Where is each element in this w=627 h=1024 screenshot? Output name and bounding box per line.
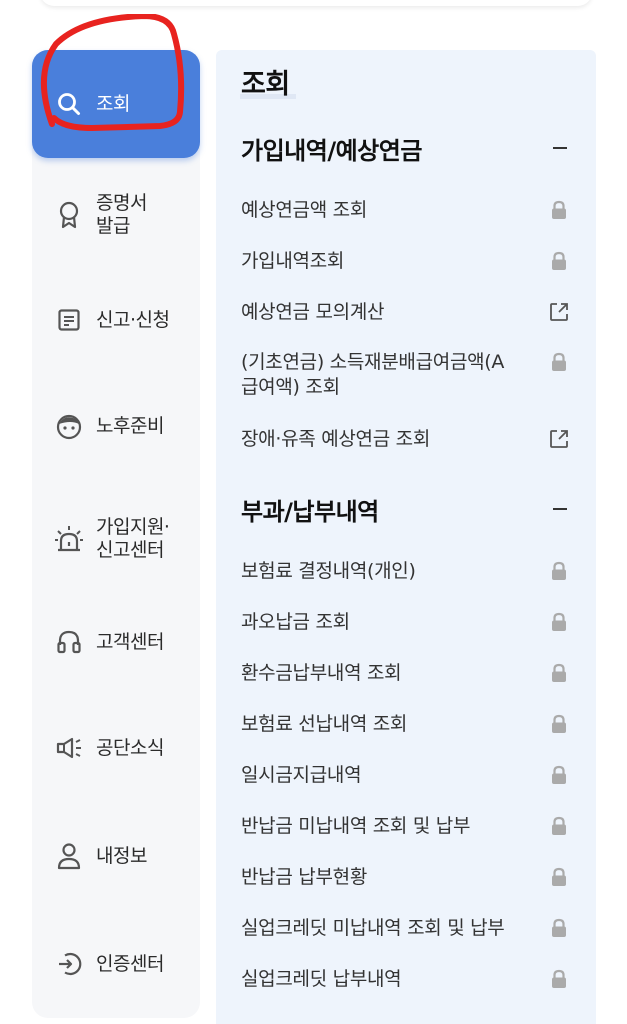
menu-item-label: 가입내역조회 [241, 250, 345, 272]
menu-item-return-unpaid[interactable]: 반납금 미납내역 조회 및 납부 [241, 814, 571, 839]
lock-icon [547, 712, 571, 736]
menu-item-refund-payment[interactable]: 환수금납부내역 조회 [241, 661, 571, 686]
lock-icon [547, 198, 571, 222]
sidebar-item-support-center[interactable]: 가입지원· 신고센터 [32, 512, 200, 566]
menu-item-prepayment[interactable]: 보험료 선납내역 조회 [241, 712, 571, 737]
lock-icon [547, 814, 571, 838]
menu-item-pension-simulation[interactable]: 예상연금 모의계산 [241, 300, 571, 325]
menu-item-overpayment[interactable]: 과오납금 조회 [241, 610, 571, 635]
megaphone-icon [54, 733, 84, 763]
panel-title: 조회 [241, 69, 290, 100]
lock-icon [547, 350, 571, 374]
menu-item-subscription-history[interactable]: 가입내역조회 [241, 249, 571, 274]
sidebar-item-search[interactable]: 조회 [32, 50, 200, 158]
sidebar-item-report[interactable]: 신고·신청 [32, 302, 200, 338]
sidebar-item-label: 증명서 발급 [96, 192, 147, 237]
sidebar: 조회 증명서 발급 신고·신청 노후준비 가입지원· 신고센터 고객센터 공단소… [32, 50, 200, 1018]
lock-icon [547, 967, 571, 991]
menu-item-label: 예상연금 모의계산 [241, 301, 385, 323]
sidebar-item-news[interactable]: 공단소식 [32, 730, 200, 766]
sidebar-item-label: 고객센터 [96, 630, 164, 653]
menu-item-label: 일시금지급내역 [241, 764, 362, 786]
section-title: 부과/납부내역 [241, 497, 379, 526]
external-link-icon [547, 427, 571, 451]
menu-item-lump-sum[interactable]: 일시금지급내역 [241, 763, 571, 788]
menu-item-label: 예상연금액 조회 [241, 199, 368, 221]
section-title: 가입내역/예상연금 [241, 136, 422, 165]
login-icon [54, 949, 84, 979]
menu-item-unemployment-credit-unpaid[interactable]: 실업크레딧 미납내역 조회 및 납부 [241, 916, 571, 941]
document-icon [54, 305, 84, 335]
sidebar-item-label: 가입지원· 신고센터 [96, 516, 170, 561]
lock-icon [547, 559, 571, 583]
sidebar-item-retirement[interactable]: 노후준비 [32, 408, 200, 444]
section-header-payment[interactable]: 부과/납부내역 [241, 491, 571, 527]
menu-item-return-status[interactable]: 반납금 납부현황 [241, 865, 571, 890]
page: 조회 증명서 발급 신고·신청 노후준비 가입지원· 신고센터 고객센터 공단소… [0, 0, 627, 1024]
lock-icon [547, 610, 571, 634]
external-link-icon [547, 300, 571, 324]
menu-item-label: 반납금 납부현황 [241, 866, 368, 888]
sidebar-item-label: 신고·신청 [96, 308, 170, 331]
sidebar-item-customer-center[interactable]: 고객센터 [32, 624, 200, 660]
menu-item-basic-pension-amount[interactable]: (기초연금) 소득재분배급여금액(A 급여액) 조회 [241, 350, 571, 400]
sidebar-item-label: 공단소식 [96, 736, 164, 759]
menu-item-label: (기초연금) 소득재분배급여금액(A 급여액) 조회 [241, 351, 505, 398]
search-icon [54, 89, 84, 119]
person-icon [54, 841, 84, 871]
face-icon [54, 411, 84, 441]
lock-icon [547, 865, 571, 889]
menu-item-label: 실업크레딧 납부내역 [241, 968, 402, 990]
top-card [40, 0, 592, 6]
section-header-subscription[interactable]: 가입내역/예상연금 [241, 130, 571, 166]
sidebar-item-label: 인증센터 [96, 952, 164, 975]
menu-item-label: 보험료 결정내역(개인) [241, 560, 416, 582]
lock-icon [547, 249, 571, 273]
lock-icon [547, 763, 571, 787]
menu-item-unemployment-credit-paid[interactable]: 실업크레딧 납부내역 [241, 967, 571, 992]
collapse-icon[interactable] [549, 137, 571, 159]
lock-icon [547, 661, 571, 685]
menu-item-label: 실업크레딧 미납내역 조회 및 납부 [241, 917, 505, 939]
sidebar-item-my-info[interactable]: 내정보 [32, 838, 200, 874]
lock-icon [547, 916, 571, 940]
sidebar-item-certificate[interactable]: 증명서 발급 [32, 188, 200, 242]
menu-item-label: 환수금납부내역 조회 [241, 662, 402, 684]
award-icon [54, 200, 84, 230]
sidebar-item-auth-center[interactable]: 인증센터 [32, 946, 200, 982]
menu-item-expected-pension[interactable]: 예상연금액 조회 [241, 198, 571, 223]
collapse-icon[interactable] [549, 498, 571, 520]
menu-item-label: 과오납금 조회 [241, 611, 350, 633]
sidebar-item-label: 노후준비 [96, 414, 164, 437]
alarm-icon [54, 524, 84, 554]
menu-item-label: 장애·유족 예상연금 조회 [241, 428, 431, 450]
menu-item-label: 보험료 선납내역 조회 [241, 713, 408, 735]
menu-item-disability-survivor-pension[interactable]: 장애·유족 예상연금 조회 [241, 427, 571, 452]
sidebar-item-label: 조회 [96, 92, 130, 115]
menu-panel: 조회 가입내역/예상연금 예상연금액 조회 가입내역조회 예상연금 모의계산 (… [216, 50, 596, 1024]
menu-item-label: 반납금 미납내역 조회 및 납부 [241, 815, 471, 837]
headset-icon [54, 627, 84, 657]
sidebar-item-label: 내정보 [96, 844, 147, 867]
menu-item-premium-decision[interactable]: 보험료 결정내역(개인) [241, 559, 571, 584]
